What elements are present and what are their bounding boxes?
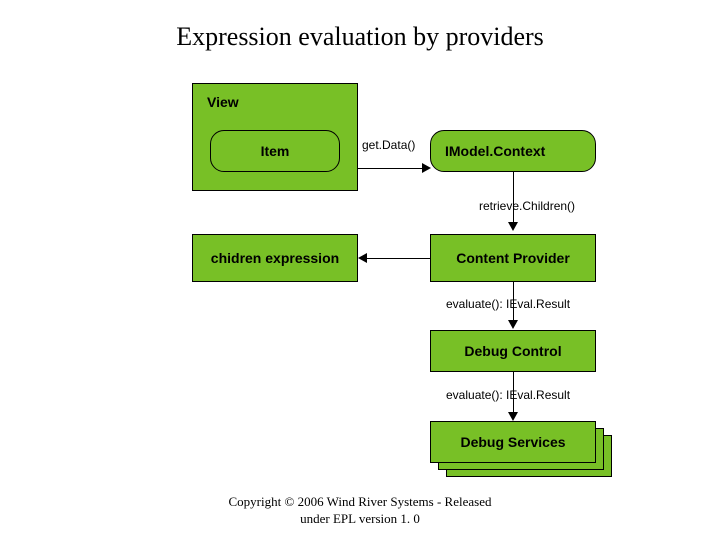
- arrow-content-to-control: [508, 320, 518, 329]
- footer-copyright: Copyright © 2006 Wind River Systems - Re…: [0, 494, 720, 528]
- footer-line2: under EPL version 1. 0: [300, 511, 420, 526]
- box-content-provider: Content Provider: [430, 234, 596, 282]
- arrow-content-to-children: [358, 253, 367, 263]
- box-debug-control-label: Debug Control: [464, 343, 561, 359]
- label-retrieve-children: retrieve.Children(): [479, 199, 575, 213]
- box-imodel-context-label: IModel.Context: [445, 143, 545, 159]
- box-view-label: View: [207, 94, 239, 110]
- box-item-label: Item: [261, 143, 290, 159]
- label-get-data: get.Data(): [362, 138, 415, 152]
- line-item-to-imodel: [358, 168, 422, 169]
- box-item: Item: [210, 130, 340, 172]
- line-content-to-control: [513, 282, 514, 320]
- box-debug-services-label: Debug Services: [460, 434, 565, 450]
- diagram-title: Expression evaluation by providers: [0, 22, 720, 52]
- footer-line1: Copyright © 2006 Wind River Systems - Re…: [229, 494, 492, 509]
- label-evaluate-2: evaluate(): IEval.Result: [446, 388, 570, 402]
- arrow-control-to-services: [508, 412, 518, 421]
- line-content-to-children: [366, 258, 430, 259]
- line-imodel-to-content: [513, 172, 514, 222]
- box-children-expression-label: chidren expression: [211, 250, 339, 266]
- arrow-item-to-imodel: [422, 163, 431, 173]
- box-debug-services: Debug Services: [430, 421, 596, 463]
- arrow-imodel-to-content: [508, 222, 518, 231]
- box-imodel-context: IModel.Context: [430, 130, 596, 172]
- box-content-provider-label: Content Provider: [456, 250, 570, 266]
- box-children-expression: chidren expression: [192, 234, 358, 282]
- line-control-to-services: [513, 372, 514, 412]
- label-evaluate-1: evaluate(): IEval.Result: [446, 297, 570, 311]
- box-debug-control: Debug Control: [430, 330, 596, 372]
